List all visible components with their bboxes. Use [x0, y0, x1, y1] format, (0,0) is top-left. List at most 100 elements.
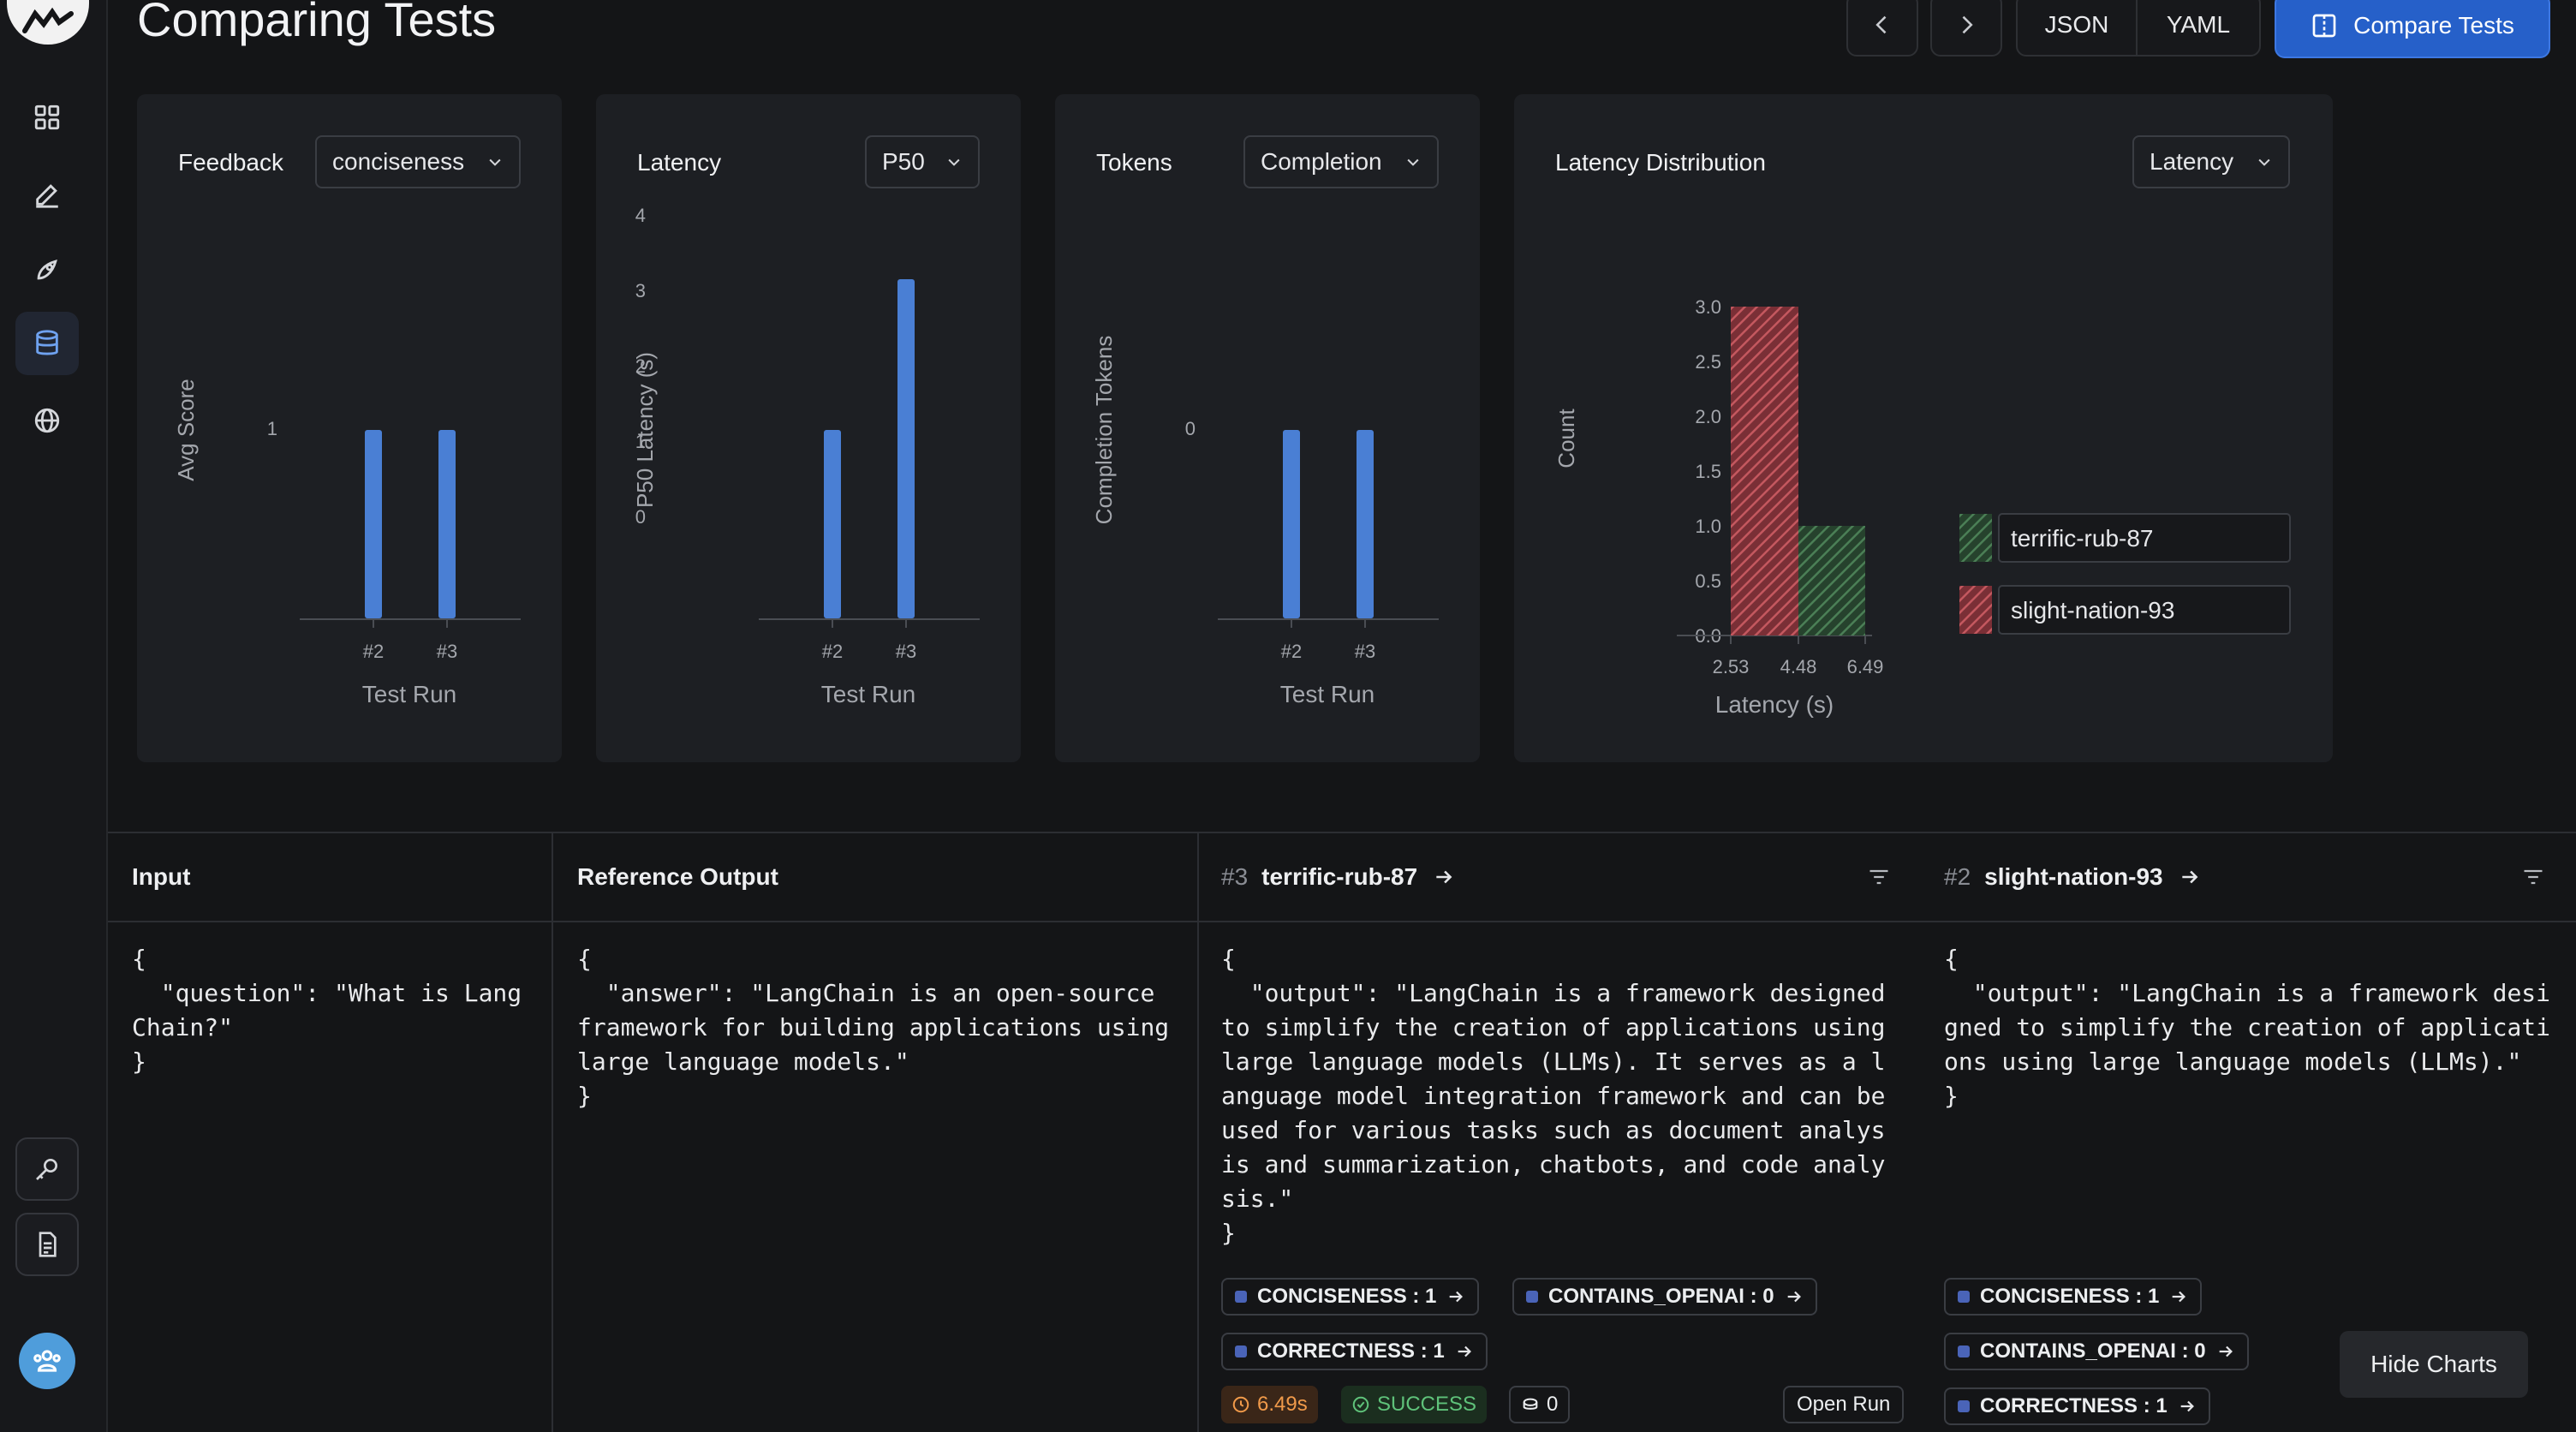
status-badge: SUCCESS	[1341, 1386, 1488, 1423]
compare-tests-button[interactable]: Compare Tests	[2275, 0, 2550, 58]
filter-icon[interactable]	[2521, 865, 2545, 889]
latency-select-value: P50	[882, 148, 925, 175]
x-tick-label: 6.49	[1847, 656, 1884, 677]
langsmith-logo[interactable]	[7, 0, 89, 45]
arrow-right-icon[interactable]	[1433, 866, 1455, 888]
chevron-down-icon	[1407, 158, 1419, 166]
feedback-chip-label: CONCISENESS : 1	[1980, 1285, 2160, 1308]
grid-icon[interactable]	[15, 86, 79, 149]
database-icon[interactable]	[15, 312, 79, 375]
y-tick-label: 1.0	[1695, 516, 1721, 537]
status-value: SUCCESS	[1377, 1393, 1477, 1416]
bar-run-3[interactable]	[1357, 430, 1374, 618]
feedback-chart: Avg Score 1 #2 #3 Test Run	[173, 379, 521, 707]
tokens-icon	[1523, 1398, 1538, 1410]
arrow-right-icon[interactable]	[2179, 866, 2201, 888]
tokens-select-value: Completion	[1261, 148, 1382, 175]
chevron-down-icon	[948, 158, 960, 166]
bar-run-3[interactable]	[897, 279, 915, 618]
next-button[interactable]	[1930, 0, 2002, 57]
y-tick-label: 2	[635, 355, 646, 377]
y-tick-label: 1.5	[1695, 461, 1721, 482]
reference-output-cell: { "answer": "LangChain is an open-source…	[577, 945, 1170, 1110]
x-tick-label: 4.48	[1780, 656, 1817, 677]
latency-distribution-chart: Count 0.00.51.01.52.02.53.0 2.53 4.48 6.49…	[1553, 296, 2291, 718]
legend-swatch-terrific-rub-87	[1959, 514, 1992, 562]
bar-run-2[interactable]	[1283, 430, 1300, 618]
x-axis-label: Test Run	[1280, 681, 1375, 707]
feedback-chip-label: CONTAINS_OPENAI : 0	[1548, 1285, 1774, 1308]
arrow-right-icon	[1458, 1345, 1471, 1357]
feedback-select-value: conciseness	[332, 148, 465, 175]
column-divider	[552, 833, 553, 1432]
y-tick-label: 4	[635, 205, 646, 226]
tokens-chart-title: Tokens	[1096, 149, 1172, 176]
y-tick-label: 0	[635, 506, 646, 528]
run-number: #2	[1944, 863, 1971, 890]
feedback-chip-contains-openai[interactable]: CONTAINS_OPENAI : 0	[1944, 1333, 2249, 1370]
bar-run-2[interactable]	[365, 430, 382, 618]
team-icon[interactable]	[19, 1333, 75, 1389]
key-icon[interactable]	[15, 1137, 79, 1201]
feedback-chip-label: CONCISENESS : 1	[1257, 1285, 1437, 1308]
document-icon[interactable]	[15, 1213, 79, 1276]
feedback-chip-correctness[interactable]: CORRECTNESS : 1	[1221, 1333, 1488, 1370]
latency-value: 6.49s	[1257, 1393, 1308, 1416]
feedback-square-icon	[1235, 1345, 1247, 1357]
x-tick-label: #2	[363, 641, 384, 662]
globe-icon[interactable]	[15, 389, 79, 452]
y-axis-label: Count	[1553, 409, 1579, 468]
feedback-metric-select[interactable]: conciseness	[315, 135, 521, 188]
yaml-button[interactable]: YAML	[2136, 0, 2259, 55]
page-title: Comparing Tests	[137, 0, 497, 46]
x-tick-label: #3	[1355, 641, 1375, 662]
sidebar	[0, 0, 108, 1432]
y-tick-label: 0.5	[1695, 570, 1721, 592]
column-header-run-2[interactable]: #2 slight-nation-93	[1944, 833, 2201, 921]
x-axis-label: Test Run	[821, 681, 916, 707]
histogram-bar-terrific-rub-87[interactable]	[1798, 526, 1865, 635]
distribution-metric-select[interactable]: Latency	[2132, 135, 2290, 188]
pencil-icon[interactable]	[15, 163, 79, 226]
feedback-chip-label: CONTAINS_OPENAI : 0	[1980, 1340, 2206, 1363]
table-header-border	[108, 921, 2576, 922]
feedback-square-icon	[1526, 1291, 1538, 1303]
x-tick-label: #2	[822, 641, 843, 662]
token-count-value: 0	[1547, 1393, 1559, 1416]
previous-button[interactable]	[1846, 0, 1918, 57]
rocket-icon[interactable]	[15, 238, 79, 301]
latency-percentile-select[interactable]: P50	[865, 135, 980, 188]
feedback-chip-conciseness[interactable]: CONCISENESS : 1	[1944, 1278, 2203, 1316]
input-cell: { "question": "What is Lang Chain?" }	[132, 945, 522, 1076]
arrow-right-icon	[2180, 1400, 2194, 1412]
latency-chart-title: Latency	[637, 149, 722, 176]
feedback-chip-conciseness[interactable]: CONCISENESS : 1	[1221, 1278, 1480, 1316]
tokens-chart: Completion Tokens 0 #2 #3 Test Run	[1091, 336, 1439, 707]
run-name[interactable]: slight-nation-93	[1984, 863, 2162, 891]
histogram-bar-slight-nation-93[interactable]	[1731, 307, 1798, 635]
compare-icon	[2312, 14, 2336, 38]
column-header-run-3[interactable]: #3 terrific-rub-87	[1221, 833, 1455, 921]
feedback-square-icon	[1958, 1291, 1970, 1303]
bar-run-2[interactable]	[824, 430, 841, 618]
filter-icon[interactable]	[1867, 865, 1891, 889]
token-count-badge: 0	[1509, 1386, 1571, 1423]
json-button[interactable]: JSON	[2018, 0, 2136, 55]
tokens-type-select[interactable]: Completion	[1243, 135, 1439, 188]
run-name[interactable]: terrific-rub-87	[1261, 863, 1417, 891]
open-run-button[interactable]: Open Run	[1783, 1386, 1905, 1423]
hide-charts-button[interactable]: Hide Charts	[2340, 1331, 2528, 1398]
check-circle-icon	[1352, 1396, 1369, 1413]
bar-run-3[interactable]	[438, 430, 456, 618]
y-tick-label: 3	[635, 280, 646, 301]
feedback-square-icon	[1958, 1400, 1970, 1412]
x-tick-label: 2.53	[1713, 656, 1750, 677]
feedback-chip-label: CORRECTNESS : 1	[1980, 1394, 2168, 1417]
clock-icon	[1232, 1396, 1249, 1413]
legend-label: slight-nation-93	[2011, 597, 2174, 624]
y-axis-label: Completion Tokens	[1091, 336, 1117, 525]
feedback-chip-correctness[interactable]: CORRECTNESS : 1	[1944, 1387, 2210, 1425]
feedback-chip-contains-openai[interactable]: CONTAINS_OPENAI : 0	[1512, 1278, 1817, 1316]
chevron-right-icon	[1962, 15, 1973, 34]
distribution-select-value: Latency	[2150, 148, 2234, 175]
